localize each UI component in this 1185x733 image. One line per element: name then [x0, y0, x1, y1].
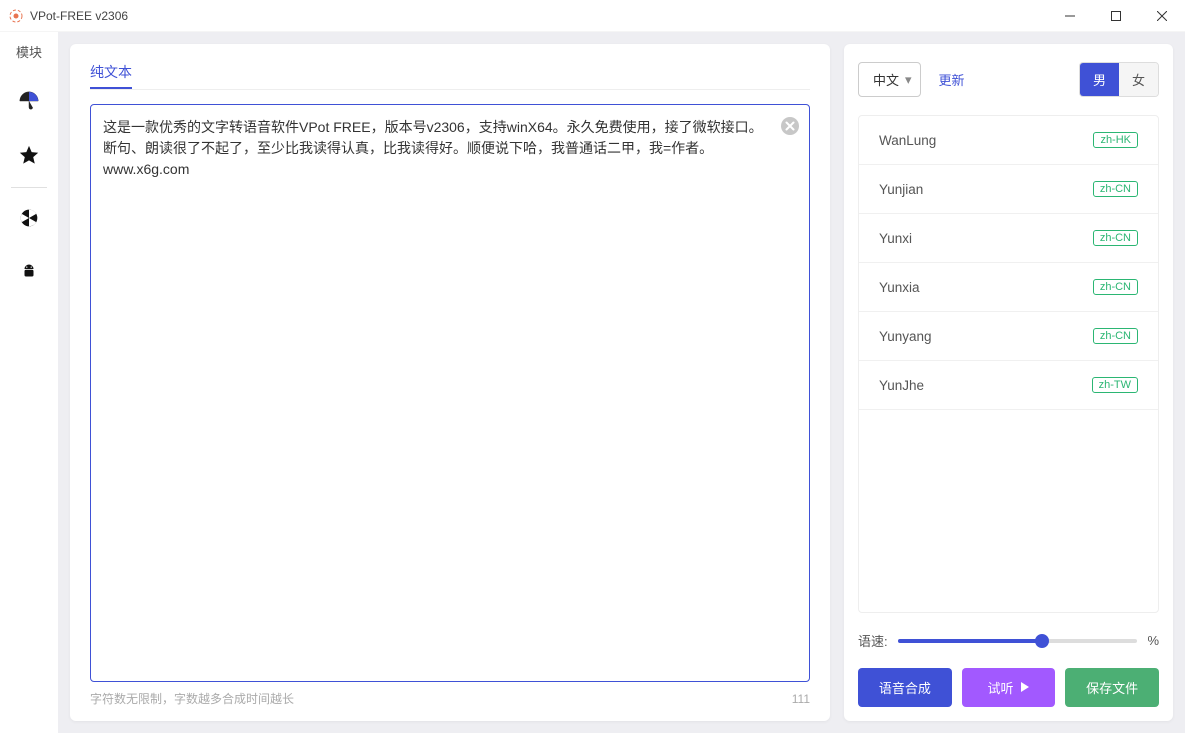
android-icon[interactable] — [17, 260, 41, 284]
voice-locale-badge: zh-HK — [1093, 132, 1138, 148]
caret-down-icon: ▾ — [905, 72, 912, 88]
char-hint: 字符数无限制，字数越多合成时间越长 — [90, 690, 294, 707]
voice-name: Yunxia — [879, 280, 920, 295]
aperture-icon[interactable] — [17, 206, 41, 230]
tab-plaintext[interactable]: 纯文本 — [90, 56, 132, 89]
voice-item[interactable]: YunJhe zh-TW — [859, 361, 1158, 410]
voice-item[interactable]: Yunjian zh-CN — [859, 165, 1158, 214]
voice-name: WanLung — [879, 133, 936, 148]
voice-name: Yunyang — [879, 329, 932, 344]
voice-locale-badge: zh-CN — [1093, 279, 1138, 295]
gender-female-button[interactable]: 女 — [1119, 63, 1158, 96]
voice-locale-badge: zh-CN — [1093, 181, 1138, 197]
gender-male-button[interactable]: 男 — [1080, 63, 1119, 96]
voice-locale-badge: zh-CN — [1093, 230, 1138, 246]
text-input[interactable] — [90, 104, 810, 682]
voice-item[interactable]: Yunxi zh-CN — [859, 214, 1158, 263]
preview-button[interactable]: 试听 — [962, 668, 1056, 707]
sidebar-label: 模块 — [16, 42, 42, 61]
umbrella-icon[interactable] — [17, 89, 41, 113]
preview-button-label: 试听 — [988, 678, 1014, 697]
speed-slider[interactable] — [898, 639, 1138, 643]
star-icon[interactable] — [17, 143, 41, 167]
voice-list: WanLungzh-HKYunjianzh-CNYunxizh-CNYunxia… — [858, 115, 1159, 613]
speed-label: 语速: — [858, 631, 888, 650]
char-count: 111 — [792, 692, 810, 706]
voice-locale-badge: zh-TW — [1092, 377, 1138, 393]
minimize-button[interactable] — [1047, 0, 1093, 32]
maximize-button[interactable] — [1093, 0, 1139, 32]
voice-name: YunJhe — [879, 378, 924, 393]
voice-locale-badge: zh-CN — [1093, 328, 1138, 344]
sidebar-divider — [11, 187, 47, 188]
voice-item[interactable]: Yunxia zh-CN — [859, 263, 1158, 312]
language-select-label: 中文 — [873, 70, 899, 89]
app-logo-icon — [8, 8, 24, 24]
synthesize-button[interactable]: 语音合成 — [858, 668, 952, 707]
play-icon — [1020, 680, 1030, 695]
close-button[interactable] — [1139, 0, 1185, 32]
update-link[interactable]: 更新 — [939, 70, 1061, 89]
language-select[interactable]: 中文 ▾ — [858, 62, 921, 97]
save-button[interactable]: 保存文件 — [1065, 668, 1159, 707]
voice-item[interactable]: Yunyang zh-CN — [859, 312, 1158, 361]
voice-item[interactable]: WanLung zh-HK — [859, 116, 1158, 165]
speed-unit: % — [1147, 633, 1159, 648]
voice-name: Yunjian — [879, 182, 923, 197]
voice-name: Yunxi — [879, 231, 912, 246]
clear-icon[interactable] — [780, 116, 800, 136]
window-title: VPot-FREE v2306 — [30, 9, 1047, 23]
